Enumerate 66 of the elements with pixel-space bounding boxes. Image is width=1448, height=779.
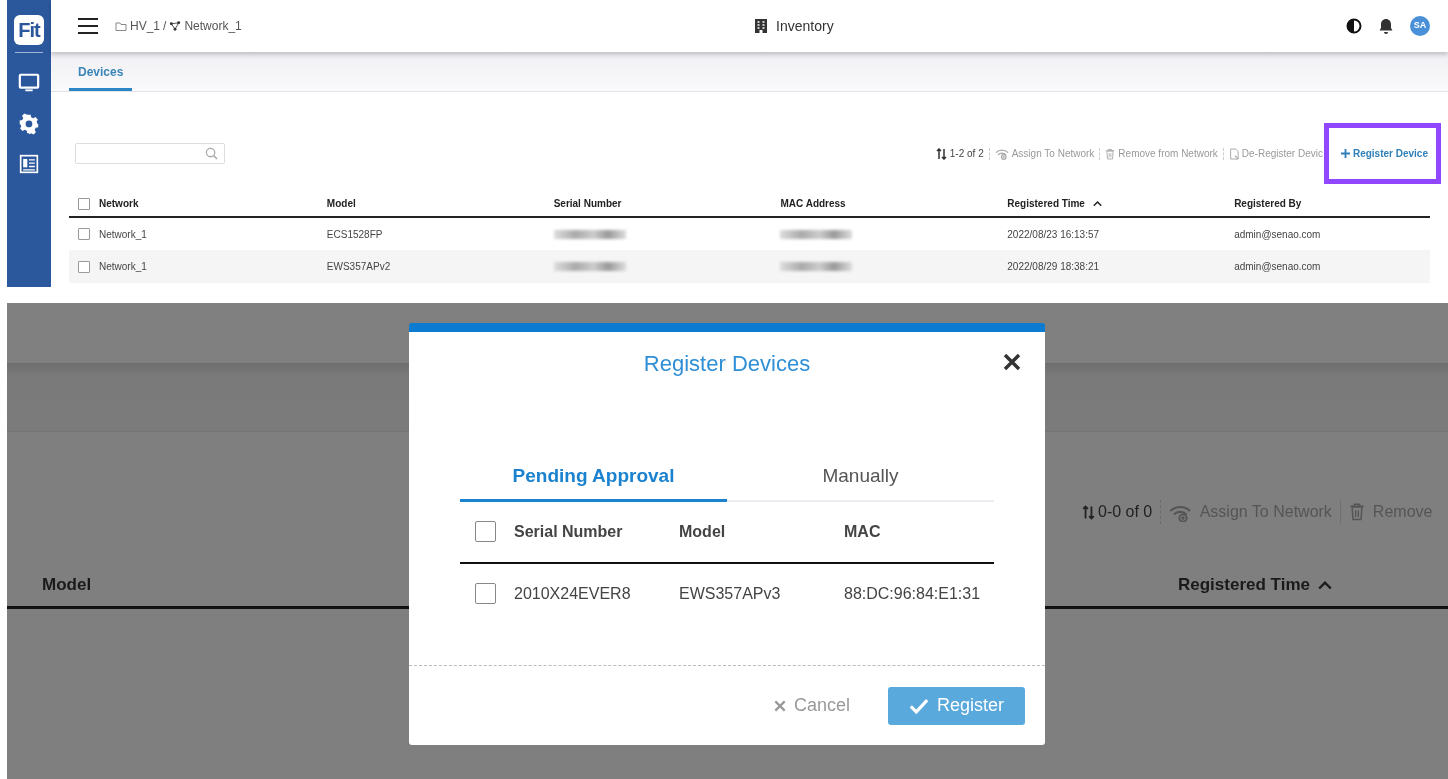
sort-icon [935,147,947,160]
column-header: Model [679,522,726,540]
contrast-icon[interactable] [1346,18,1362,34]
column-header[interactable]: Registered By [1234,196,1302,211]
toolbar-action[interactable]: Register Device [1328,128,1436,179]
column-header: Serial Number [514,522,623,540]
tab[interactable]: Pending Approval [460,462,727,502]
table-cell-text: ECS1528FP [326,227,383,242]
table-cell-text: admin@senao.com [1234,260,1321,274]
app-logo: Fit [14,15,44,45]
dialog-title: Register Devices [643,351,811,376]
column-header[interactable]: Model [326,196,356,211]
column-header: MAC [844,522,881,540]
checkbox[interactable] [475,583,496,604]
record-count: 0-0 of 0 [1098,502,1153,522]
user-avatar[interactable]: SA [1410,16,1430,36]
column-header[interactable]: Serial Number [553,196,622,211]
table-cell: EWS357APv3 [679,584,781,602]
checkbox[interactable] [78,260,90,273]
column-header[interactable]: Model [42,572,92,598]
chevron-up-icon [1317,579,1332,590]
check-icon [909,696,929,715]
wifi-plus-icon [994,147,1009,160]
cancel-button[interactable]: Cancel [767,691,856,720]
table-cell-text: 2022/08/29 18:38:21 [1007,260,1100,274]
monitor-icon[interactable] [18,72,40,94]
document-icon [1228,147,1239,160]
tab[interactable]: Manually [727,462,994,502]
search-field[interactable] [75,143,225,164]
menu-icon[interactable] [77,16,99,36]
table-cell-text: Network_1 [99,260,147,274]
bell-icon[interactable] [1378,18,1394,34]
table-cell-text: EWS357APv2 [326,260,391,274]
panel-list-icon[interactable] [19,154,39,174]
trash-icon [1105,147,1116,160]
table-cell-text: Network_1 [99,227,147,242]
chevron-up-icon [1092,200,1102,207]
column-header[interactable]: Network [99,196,139,211]
table-cell-text: admin@senao.com [1234,227,1321,242]
checkbox[interactable] [78,228,90,240]
column-header[interactable]: Registered Time [1007,196,1102,211]
table-cell: 2010X24EVER8 [514,584,631,602]
register-button[interactable]: Register [888,686,1025,725]
tab[interactable]: Devices [69,63,133,91]
breadcrumb-link[interactable]: Network_1 [184,17,242,35]
page-title: Inventory [776,16,834,36]
plus-icon [1340,149,1350,158]
table-cell-text: 2022/08/23 16:13:57 [1007,227,1100,242]
folder-icon [115,20,127,32]
breadcrumb-separator: / [163,18,167,35]
close-icon [773,699,786,712]
network-icon [169,20,182,32]
checkbox[interactable] [78,197,90,210]
sort-icon [1082,504,1095,520]
record-count: 1-2 of 2 [949,147,984,161]
close-icon [1003,353,1021,371]
settings-icon[interactable] [18,113,40,135]
trash-icon [1348,502,1365,522]
search-icon [205,147,218,160]
building-icon [754,18,769,34]
breadcrumb-link[interactable]: HV_1 [130,17,161,35]
column-header[interactable]: MAC Address [780,196,846,211]
checkbox[interactable] [475,521,496,542]
table-cell: 88:DC:96:84:E1:31 [844,584,981,602]
column-header[interactable]: Registered Time [1178,572,1332,598]
close-button[interactable] [1003,353,1021,371]
